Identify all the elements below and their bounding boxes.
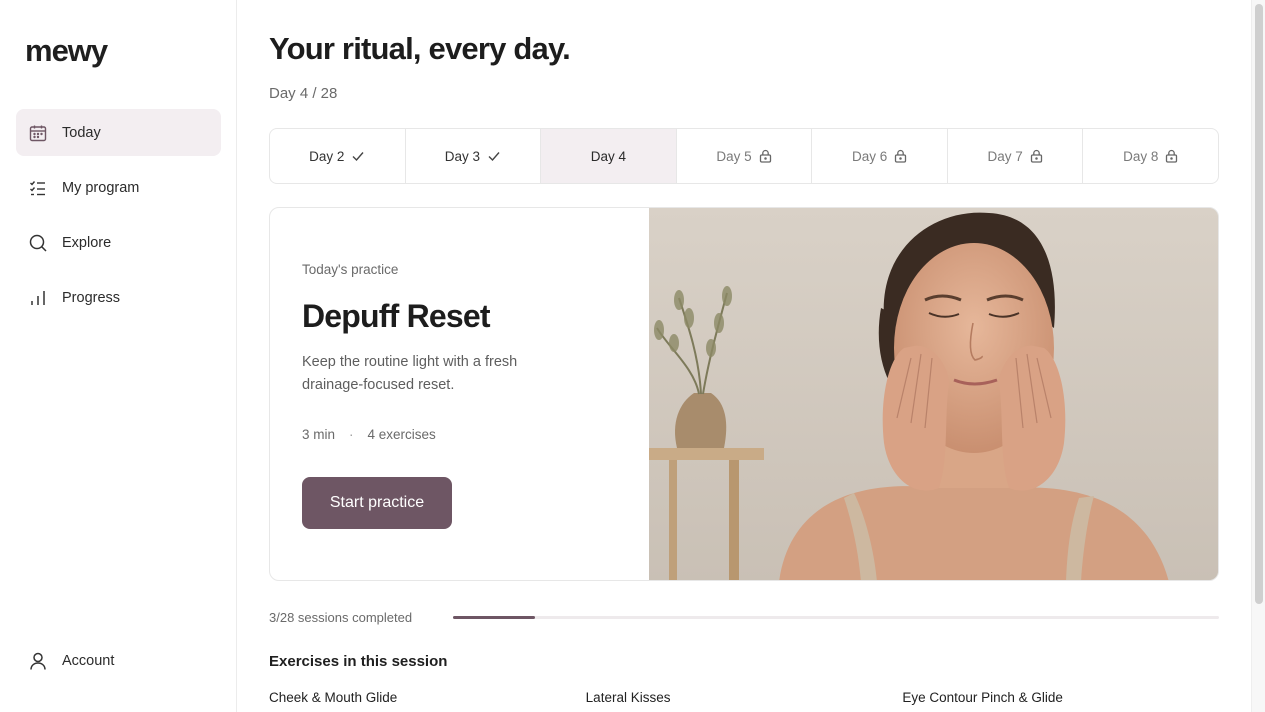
- tab-label: Day 3: [444, 148, 480, 164]
- list-item[interactable]: Lateral Kisses: [586, 690, 903, 705]
- sidebar-item-label: Today: [62, 124, 101, 141]
- sidebar: mewy Today My program Explore Progress A…: [0, 0, 237, 712]
- sidebar-item-my-program[interactable]: My program: [16, 164, 221, 211]
- calendar-icon: [28, 123, 48, 143]
- tab-day-7[interactable]: Day 7: [948, 129, 1084, 183]
- app-logo[interactable]: mewy: [25, 33, 108, 69]
- practice-duration: 3 min: [302, 427, 336, 442]
- tab-label: Day 2: [309, 148, 345, 164]
- tab-label: Day 4: [590, 148, 627, 164]
- check-icon: [352, 152, 364, 162]
- progress-track: [453, 615, 1219, 619]
- sidebar-item-label: Account: [62, 652, 115, 669]
- practice-eyebrow: Today's practice: [302, 262, 399, 277]
- check-icon: [488, 152, 500, 162]
- page-scrollbar[interactable]: [1251, 0, 1265, 712]
- sessions-progress: 3/28 sessions completed: [269, 607, 1219, 627]
- face-massage-photo: [649, 208, 1218, 580]
- main-content: Your ritual, every day. Day 4 / 28 Day 2…: [237, 0, 1251, 712]
- tab-label: Day 8: [1123, 148, 1159, 164]
- exercises-section-title: Exercises in this session: [269, 653, 448, 670]
- scrollbar-thumb[interactable]: [1255, 4, 1263, 604]
- progress-label: 3/28 sessions completed: [269, 609, 413, 625]
- lock-icon: [895, 149, 907, 163]
- progress-fill: [453, 615, 536, 619]
- sidebar-item-progress[interactable]: Progress: [16, 274, 221, 321]
- user-icon: [28, 651, 48, 671]
- sidebar-item-today[interactable]: Today: [16, 109, 221, 156]
- tab-label: Day 5: [716, 148, 752, 164]
- sidebar-item-label: Explore: [62, 234, 112, 251]
- sidebar-item-account[interactable]: Account: [16, 637, 221, 684]
- todays-practice-card: Today's practice Depuff Reset Keep the r…: [269, 207, 1219, 581]
- exercise-list: Cheek & Mouth Glide Lateral Kisses Eye C…: [269, 690, 1219, 705]
- meta-separator: ·: [349, 427, 354, 442]
- list-item[interactable]: Eye Contour Pinch & Glide: [902, 690, 1219, 705]
- account-section: Account: [16, 637, 221, 692]
- practice-meta: 3 min · 4 exercises: [302, 427, 436, 442]
- lock-icon: [1166, 149, 1178, 163]
- checklist-icon: [28, 178, 48, 198]
- search-icon: [28, 233, 48, 253]
- sidebar-nav: Today My program Explore Progress: [16, 109, 221, 329]
- sidebar-item-label: Progress: [62, 289, 121, 306]
- tab-day-3[interactable]: Day 3: [406, 129, 542, 183]
- bar-chart-icon: [28, 288, 48, 308]
- practice-title: Depuff Reset: [302, 298, 491, 334]
- tab-day-4[interactable]: Day 4: [541, 129, 677, 183]
- tab-day-5[interactable]: Day 5: [677, 129, 813, 183]
- lock-icon: [759, 149, 771, 163]
- day-counter: Day 4 / 28: [269, 85, 338, 102]
- tab-label: Day 6: [851, 148, 888, 164]
- photo-illustration: [649, 208, 1218, 580]
- tab-label: Day 7: [987, 148, 1023, 164]
- sidebar-item-explore[interactable]: Explore: [16, 219, 221, 266]
- start-practice-button[interactable]: Start practice: [302, 477, 452, 529]
- tab-day-2[interactable]: Day 2: [270, 129, 406, 183]
- lock-icon: [1030, 149, 1042, 163]
- page-title: Your ritual, every day.: [269, 31, 571, 66]
- day-tabs: Day 2 Day 3 Day 4 Day 5 Day 6 Day 7 Day …: [269, 128, 1219, 184]
- list-item[interactable]: Cheek & Mouth Glide: [269, 690, 586, 705]
- tab-day-6[interactable]: Day 6: [812, 129, 948, 183]
- tab-day-8[interactable]: Day 8: [1083, 129, 1218, 183]
- practice-description: Keep the routine light with a fresh drai…: [302, 354, 518, 393]
- practice-exercise-count: 4 exercises: [367, 427, 436, 442]
- sidebar-item-label: My program: [62, 179, 140, 196]
